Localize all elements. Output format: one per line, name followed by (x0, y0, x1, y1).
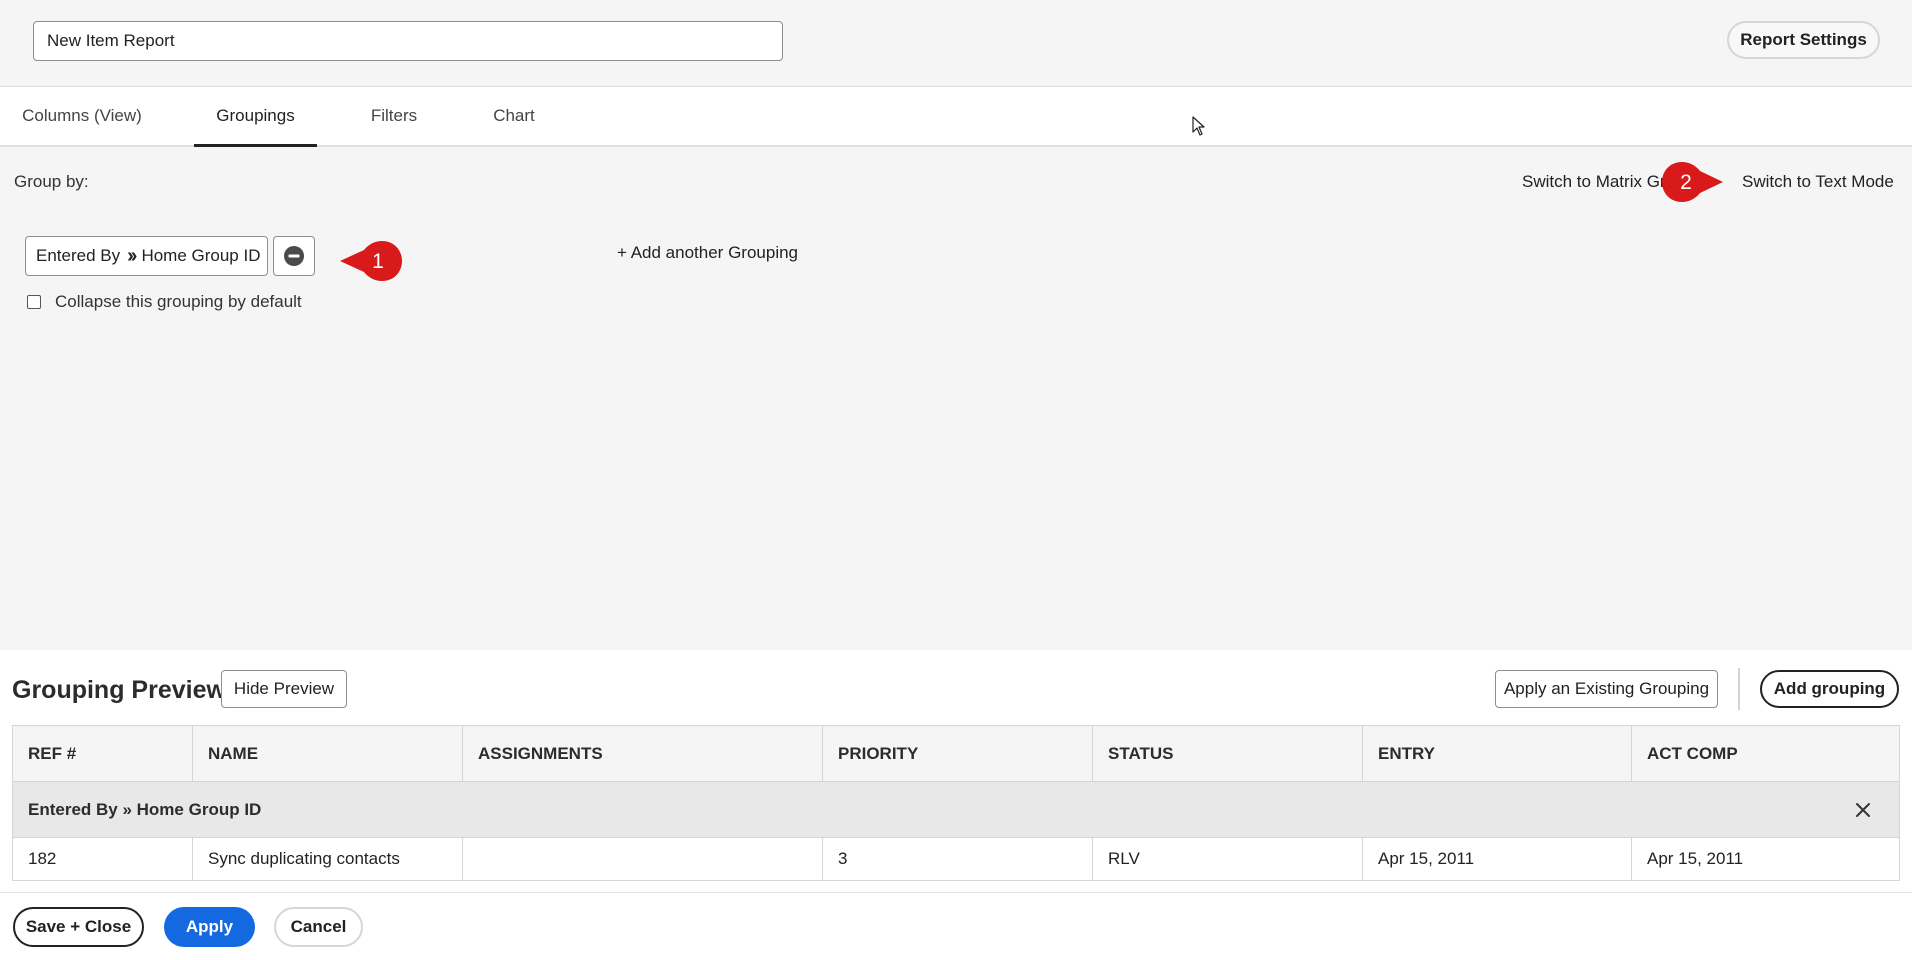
group-header-label: Entered By » Home Group ID (28, 799, 262, 819)
add-another-grouping-link[interactable]: + Add another Grouping (617, 243, 798, 263)
column-header-ref[interactable]: REF # (13, 726, 193, 781)
cell-priority: 3 (823, 838, 1093, 880)
cell-ref: 182 (13, 838, 193, 880)
apply-existing-grouping-button[interactable]: Apply an Existing Grouping (1495, 670, 1718, 708)
collapse-grouping-checkbox[interactable] (27, 295, 41, 309)
cell-assignments (463, 838, 823, 880)
grouping-field: Entered By (36, 246, 121, 265)
column-header-entry[interactable]: ENTRY (1363, 726, 1632, 781)
cell-name: Sync duplicating contacts (193, 838, 463, 880)
callout-marker-2: 2 (1662, 162, 1723, 202)
callout-number-1: 1 (372, 250, 384, 273)
tab-chart[interactable]: Chart (477, 87, 551, 147)
cell-entry: Apr 15, 2011 (1363, 838, 1632, 880)
table-row[interactable]: 182 Sync duplicating contacts 3 RLV Apr … (13, 838, 1899, 880)
double-chevron-right-icon: ›› (127, 244, 137, 267)
report-name-input[interactable] (33, 21, 783, 61)
report-header: Report Settings (0, 0, 1912, 87)
column-header-act-comp[interactable]: ACT COMP (1632, 726, 1899, 781)
minus-circle-icon (284, 246, 304, 266)
column-header-status[interactable]: STATUS (1093, 726, 1363, 781)
callout-marker-1: 1 (340, 241, 402, 281)
callout-number-2: 2 (1680, 171, 1692, 194)
tab-columns-view[interactable]: Columns (View) (0, 87, 164, 147)
preview-table: REF # NAME ASSIGNMENTS PRIORITY STATUS E… (12, 725, 1900, 881)
apply-button[interactable]: Apply (164, 907, 255, 947)
grouping-subfield: Home Group ID (141, 246, 261, 265)
switch-to-text-mode-link[interactable]: Switch to Text Mode (1742, 172, 1894, 192)
report-settings-button[interactable]: Report Settings (1727, 21, 1880, 59)
hide-preview-button[interactable]: Hide Preview (221, 670, 347, 708)
tab-filters[interactable]: Filters (357, 87, 431, 147)
close-icon[interactable] (1853, 800, 1873, 820)
save-close-button[interactable]: Save + Close (13, 907, 144, 947)
group-by-label: Group by: (14, 172, 89, 191)
grouping-chip[interactable]: Entered By ›› Home Group ID (25, 236, 268, 276)
cell-status: RLV (1093, 838, 1363, 880)
column-header-assignments[interactable]: ASSIGNMENTS (463, 726, 823, 781)
group-header-row[interactable]: Entered By » Home Group ID (13, 782, 1899, 838)
switch-to-matrix-grouping-link[interactable]: Switch to Matrix Grouping (1522, 172, 1672, 192)
footer-bar: Save + Close Apply Cancel (0, 892, 1912, 960)
mouse-cursor-icon (1192, 116, 1205, 136)
tab-groupings[interactable]: Groupings (194, 87, 317, 147)
cancel-button[interactable]: Cancel (274, 907, 363, 947)
add-grouping-button[interactable]: Add grouping (1760, 670, 1899, 708)
remove-grouping-button[interactable] (273, 236, 315, 276)
grouping-preview-panel: Grouping Preview Hide Preview Apply an E… (0, 650, 1912, 892)
column-header-priority[interactable]: PRIORITY (823, 726, 1093, 781)
column-header-name[interactable]: NAME (193, 726, 463, 781)
preview-title: Grouping Preview (12, 676, 226, 704)
cell-act-comp: Apr 15, 2011 (1647, 849, 1744, 868)
table-header-row: REF # NAME ASSIGNMENTS PRIORITY STATUS E… (13, 726, 1899, 782)
tab-bar: Columns (View) Groupings Filters Chart (0, 87, 1912, 147)
collapse-grouping-label: Collapse this grouping by default (55, 292, 302, 311)
divider (1738, 668, 1740, 710)
